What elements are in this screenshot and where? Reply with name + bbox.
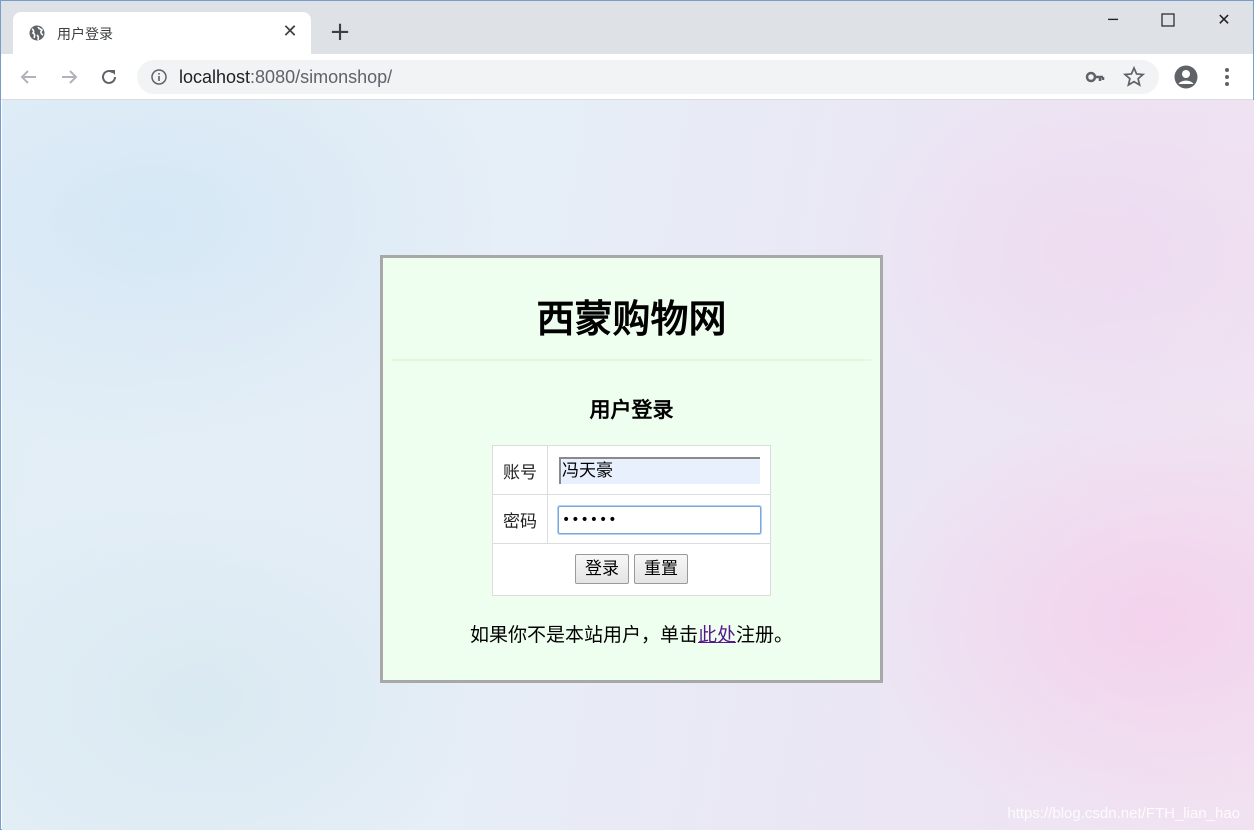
browser-toolbar: localhost:8080/simonshop/ — [1, 54, 1253, 100]
maximize-icon[interactable] — [1145, 7, 1191, 33]
info-icon[interactable] — [151, 69, 167, 85]
register-link[interactable]: 此处 — [698, 624, 736, 646]
password-label: 密码 — [493, 495, 548, 543]
browser-window: 用户登录 ✕ + ─ ✕ localhost:8080/simonshop/ h… — [0, 0, 1254, 830]
username-cell: 冯天豪 — [549, 446, 770, 494]
login-form: 账号 冯天豪 密码 •••••• 登录 重置 — [492, 445, 771, 596]
username-row: 账号 冯天豪 — [493, 446, 770, 495]
star-icon[interactable] — [1122, 65, 1146, 88]
password-input[interactable]: •••••• — [558, 506, 761, 534]
username-input[interactable]: 冯天豪 — [559, 457, 760, 484]
reload-icon[interactable] — [97, 65, 121, 89]
globe-icon — [29, 25, 45, 41]
username-label: 账号 — [493, 446, 548, 494]
key-icon[interactable] — [1085, 68, 1105, 86]
register-prefix: 如果你不是本站用户，单击 — [469, 624, 698, 646]
reset-button[interactable]: 重置 — [634, 554, 688, 584]
button-row: 登录 重置 — [493, 544, 770, 595]
login-panel: 西蒙购物网 用户登录 账号 冯天豪 密码 •••••• 登录 重置 如果你不是本… — [380, 255, 883, 683]
back-icon[interactable] — [17, 65, 41, 89]
register-prompt: 如果你不是本站用户，单击此处注册。 — [383, 620, 880, 647]
address-bar[interactable]: localhost:8080/simonshop/ — [137, 60, 1159, 94]
tab-strip: 用户登录 ✕ + ─ ✕ — [1, 1, 1253, 54]
url-path: :8080/simonshop/ — [250, 67, 393, 87]
profile-icon[interactable] — [1174, 65, 1198, 89]
plus-icon[interactable]: + — [327, 19, 353, 45]
tab-title: 用户登录 — [57, 27, 113, 43]
forward-icon[interactable] — [57, 65, 81, 89]
close-icon[interactable]: ✕ — [281, 23, 299, 41]
login-heading: 用户登录 — [589, 398, 674, 422]
menu-icon[interactable] — [1217, 66, 1237, 88]
login-button[interactable]: 登录 — [575, 554, 629, 584]
password-cell: •••••• — [549, 495, 770, 543]
watermark: https://blog.csdn.net/FTH_lian_hao — [1007, 805, 1240, 822]
password-row: 密码 •••••• — [493, 495, 770, 544]
register-suffix: 注册。 — [736, 624, 794, 646]
tab-active[interactable]: 用户登录 ✕ — [13, 12, 311, 54]
window-close-icon[interactable]: ✕ — [1201, 7, 1247, 33]
site-title: 西蒙购物网 — [536, 297, 727, 341]
url-text: localhost:8080/simonshop/ — [179, 67, 392, 88]
divider — [391, 359, 871, 361]
url-host: localhost — [179, 67, 251, 87]
minimize-icon[interactable]: ─ — [1090, 7, 1136, 33]
